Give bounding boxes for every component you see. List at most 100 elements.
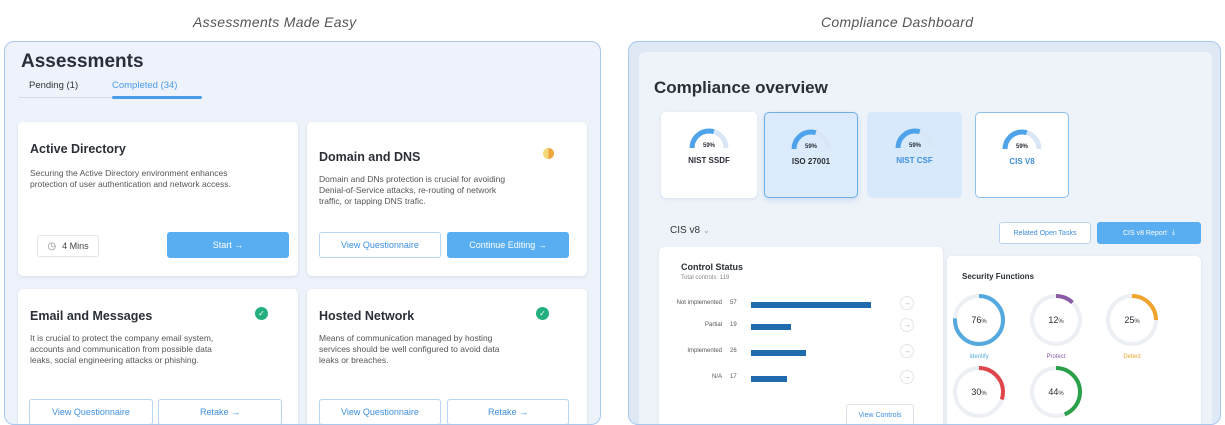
control-status-count: 17 <box>730 374 737 380</box>
security-function-respond: 30%Respond <box>949 362 1009 424</box>
control-status-row: Not implemented 57 → <box>659 296 943 311</box>
retake-button[interactable]: Retake → <box>158 399 282 424</box>
assessment-card-hosted-network: Hosted Network ✓ Means of communication … <box>307 289 587 424</box>
right-caption: Compliance Dashboard <box>821 14 974 30</box>
duration-label: 4 Mins <box>62 241 89 251</box>
assessment-card-domain-dns: Domain and DNS Domain and DNs protection… <box>307 122 587 276</box>
gauge-value: 59% <box>1016 144 1029 150</box>
security-function-gauge: 30% <box>953 366 1005 418</box>
framework-name: ISO 27001 <box>791 157 831 166</box>
arrow-right-icon[interactable]: → <box>900 370 914 384</box>
control-status-bar <box>751 350 806 356</box>
framework-name: NIST SSDF <box>688 156 730 165</box>
active-tab-indicator <box>112 96 202 99</box>
framework-gauge: 59% <box>1002 129 1042 150</box>
card-title: Email and Messages <box>30 309 153 323</box>
control-status-count: 26 <box>730 348 737 354</box>
view-questionnaire-button[interactable]: View Questionnaire <box>319 232 441 258</box>
security-function-identify: 76% Identify <box>949 290 1009 360</box>
card-title: Active Directory <box>30 142 126 156</box>
card-description: Domain and DNs protection is crucial for… <box>319 174 506 206</box>
chevron-down-icon: ⌄ <box>703 226 710 235</box>
framework-gauge: 59% <box>895 128 934 149</box>
gauge-value: 59% <box>805 144 818 150</box>
framework-card[interactable]: 59% NIST CSF <box>867 112 962 198</box>
control-status-count: 19 <box>730 322 737 328</box>
view-questionnaire-button[interactable]: View Questionnaire <box>319 399 441 424</box>
ring-value: 44% <box>1048 387 1064 397</box>
assessment-card-email-messages: Email and Messages ✓ It is crucial to pr… <box>18 289 298 424</box>
compliance-title: Compliance overview <box>654 78 828 97</box>
gauge-value: 59% <box>703 143 716 149</box>
view-questionnaire-button[interactable]: View Questionnaire <box>29 399 153 424</box>
arrow-right-icon[interactable]: → <box>900 344 914 358</box>
security-functions-card: Security Functions 76% Identify 12% Protect… <box>947 256 1201 424</box>
framework-card[interactable]: 59% ISO 27001 <box>764 112 858 198</box>
ring-value: 76% <box>971 315 987 325</box>
framework-selector-value: CIS v8 <box>670 225 701 236</box>
framework-selector[interactable]: CIS v8 ⌄ <box>670 225 710 236</box>
security-function-gauge: 12% <box>1030 294 1082 346</box>
tab-completed[interactable]: Completed (34) <box>112 80 177 91</box>
assessments-title: Assessments <box>21 51 144 72</box>
in-progress-icon <box>543 148 554 159</box>
ring-value: 25% <box>1124 315 1140 325</box>
security-functions-title: Security Functions <box>962 272 1035 281</box>
retake-button[interactable]: Retake → <box>447 399 569 424</box>
framework-card[interactable]: 59% NIST SSDF <box>661 112 757 198</box>
card-title: Domain and DNS <box>319 150 421 164</box>
card-title: Hosted Network <box>319 309 415 323</box>
framework-name: NIST CSF <box>896 156 933 165</box>
left-caption: Assessments Made Easy <box>193 14 357 30</box>
control-status-bar <box>751 302 871 308</box>
control-status-label: Not implemented <box>676 300 722 306</box>
security-function-recover: 44%Recover <box>1026 362 1086 424</box>
assessment-card-active-directory: Active Directory Securing the Active Dir… <box>18 122 298 276</box>
control-status-title: Control Status <box>681 262 743 272</box>
ring-value: 12% <box>1048 315 1064 325</box>
continue-editing-button[interactable]: Continue Editing → <box>447 232 569 258</box>
control-status-label: Implemented <box>687 348 722 354</box>
control-status-card: Control Status Total controls: 119 Not i… <box>659 247 943 424</box>
gauge-value: 59% <box>908 143 921 149</box>
check-icon: ✓ <box>536 307 549 320</box>
download-icon: ⤓ <box>1171 229 1176 236</box>
security-function-detect: 25% Detect <box>1102 290 1162 360</box>
assessments-panel: Assessments Pending (1) Completed (34) A… <box>4 41 601 425</box>
control-status-bar <box>751 376 787 382</box>
framework-gauge: 59% <box>689 128 729 149</box>
compliance-panel: Compliance overview 59% NIST SSDF 59% ISO 2… <box>628 41 1221 425</box>
arrow-right-icon[interactable]: → <box>900 296 914 310</box>
framework-name: CIS V8 <box>1009 157 1035 166</box>
security-function-protect: 12% Protect <box>1026 290 1086 360</box>
card-description: It is crucial to protect the company ema… <box>30 333 214 365</box>
assessment-tabs: Pending (1) Completed (34) <box>19 78 202 99</box>
security-function-label: Detect <box>1123 354 1141 360</box>
arrow-right-icon[interactable]: → <box>900 318 914 332</box>
security-function-label: Protect <box>1046 354 1066 360</box>
security-function-gauge: 44% <box>1030 366 1082 418</box>
control-status-row: N/A 17 → <box>659 370 943 385</box>
compliance-view: Compliance overview 59% NIST SSDF 59% ISO 2… <box>639 52 1212 424</box>
security-function-label: Identify <box>969 354 989 360</box>
ring-value: 30% <box>971 387 987 397</box>
clock-icon: ◷ <box>47 240 57 252</box>
security-function-gauge: 76% <box>953 294 1005 346</box>
control-status-bar <box>751 324 791 330</box>
control-status-count: 57 <box>730 300 737 306</box>
control-status-row: Partial 19 → <box>659 318 943 333</box>
tab-pending[interactable]: Pending (1) <box>29 80 78 91</box>
control-status-subtitle: Total controls: 119 <box>681 275 730 281</box>
cis-report-label: CIS v8 Report <box>1122 229 1167 237</box>
view-controls-button[interactable]: View Controls <box>846 404 914 424</box>
cis-report-button[interactable]: CIS v8 Report ⤓ <box>1097 222 1201 244</box>
security-function-gauge: 25% <box>1106 294 1158 346</box>
related-open-tasks-button[interactable]: Related Open Tasks <box>999 222 1091 244</box>
control-status-row: Implemented 26 → <box>659 344 943 359</box>
start-button[interactable]: Start → <box>167 232 289 258</box>
check-icon: ✓ <box>255 307 268 320</box>
framework-card[interactable]: 59% CIS V8 <box>975 112 1069 198</box>
card-description: Securing the Active Directory environmen… <box>30 168 231 189</box>
framework-gauge: 59% <box>791 129 831 150</box>
control-status-label: Partial <box>704 322 722 328</box>
